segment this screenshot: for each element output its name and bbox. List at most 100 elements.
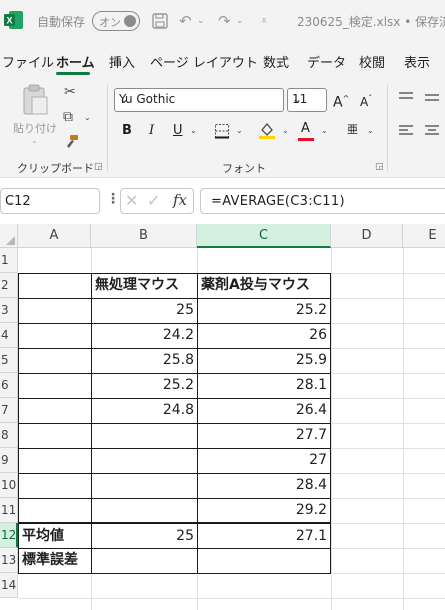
tab-data[interactable]: データ xyxy=(307,52,346,71)
column-header-c[interactable]: C xyxy=(197,224,331,248)
autosave-label: 自動保存 xyxy=(37,15,86,29)
phonetic-guide-icon[interactable]: 亜 xyxy=(347,121,358,139)
cell-c5[interactable]: 25.9 xyxy=(198,348,330,373)
row-header[interactable]: 7 xyxy=(0,398,18,423)
borders-icon[interactable] xyxy=(214,123,230,139)
italic-icon[interactable]: I xyxy=(149,122,154,140)
fill-color-dropdown-icon[interactable]: ⌄ xyxy=(282,126,289,135)
row-header[interactable]: 1 xyxy=(0,248,18,273)
cell-b6[interactable]: 25.2 xyxy=(92,373,197,398)
cell-b7[interactable]: 24.8 xyxy=(92,398,197,423)
tab-home[interactable]: ホーム xyxy=(56,52,95,71)
insert-function-icon[interactable]: fx xyxy=(173,191,187,209)
autosave-toggle[interactable]: オン xyxy=(92,11,140,31)
row-header[interactable]: 14 xyxy=(0,573,18,598)
cell-a12[interactable]: 平均値 xyxy=(19,524,91,548)
redo-icon[interactable]: ↷ xyxy=(218,11,231,31)
formula-bar: C12 ⌄ ⋮ ✕ ✓ fx =AVERAGE(C3:C11) xyxy=(0,178,445,224)
cell-c3[interactable]: 25.2 xyxy=(198,298,330,323)
align-middle-icon[interactable] xyxy=(424,91,440,105)
cell-a13[interactable]: 標準誤差 xyxy=(19,548,91,573)
more-options-icon[interactable]: ⋮ xyxy=(106,191,120,207)
tab-page-layout[interactable]: ページ レイアウト xyxy=(150,52,258,71)
underline-dropdown-icon[interactable]: ⌄ xyxy=(190,126,197,135)
formula-input[interactable]: =AVERAGE(C3:C11) xyxy=(200,188,445,214)
row-header[interactable]: 12 xyxy=(0,523,18,548)
increase-font-size-icon[interactable]: A^ xyxy=(333,91,349,111)
tab-file[interactable]: ファイル xyxy=(2,52,54,71)
tab-review[interactable]: 校閲 xyxy=(359,52,385,71)
customize-qat-icon[interactable]: ⩡ xyxy=(261,11,267,31)
column-header-d[interactable]: D xyxy=(331,224,403,248)
font-launcher-icon[interactable]: ◲ xyxy=(375,162,384,172)
underline-icon[interactable]: U xyxy=(173,122,183,140)
align-left-icon[interactable] xyxy=(398,124,414,138)
font-color-icon[interactable]: A xyxy=(301,120,310,138)
table-border xyxy=(18,573,331,574)
cell-c11[interactable]: 29.2 xyxy=(198,498,330,523)
row-header[interactable]: 11 xyxy=(0,498,18,523)
clipboard-group-label: クリップボード xyxy=(17,162,94,175)
row-header[interactable]: 3 xyxy=(0,298,18,323)
cell-c12[interactable]: 27.1 xyxy=(198,524,330,548)
cell-b4[interactable]: 24.2 xyxy=(92,323,197,348)
select-all-icon xyxy=(6,236,15,245)
font-name-dropdown[interactable]: Yu Gothic ⌄ xyxy=(114,88,284,112)
cell-c2[interactable]: 薬剤A投与マウス xyxy=(198,273,330,298)
bold-icon[interactable]: B xyxy=(122,122,132,140)
redo-dropdown-icon[interactable]: ⌄ xyxy=(236,11,244,31)
cell-b5[interactable]: 25.8 xyxy=(92,348,197,373)
font-group-label: フォント xyxy=(222,162,266,175)
copy-dropdown-icon[interactable]: ⌄ xyxy=(84,113,91,122)
row-header[interactable]: 2 xyxy=(0,273,18,298)
ribbon: 貼り付け ⌄ ✂ ⧉ ⌄ クリップボード ◲ Yu Gothic ⌄ 11 ⌄ … xyxy=(0,76,445,178)
tab-insert[interactable]: 挿入 xyxy=(109,52,135,71)
row-header[interactable]: 9 xyxy=(0,448,18,473)
select-all-button[interactable] xyxy=(0,224,18,248)
cell-c8[interactable]: 27.7 xyxy=(198,423,330,448)
undo-icon[interactable]: ↶ xyxy=(179,11,192,31)
cell-c4[interactable]: 26 xyxy=(198,323,330,348)
toggle-knob xyxy=(124,15,136,27)
row-header[interactable]: 13 xyxy=(0,548,18,573)
row-header[interactable]: 6 xyxy=(0,373,18,398)
cell-b2[interactable]: 無処理マウス xyxy=(92,273,197,298)
cell-c9[interactable]: 27 xyxy=(198,448,330,473)
font-size-dropdown[interactable]: 11 ⌄ xyxy=(287,88,327,112)
fill-color-icon[interactable] xyxy=(258,121,276,139)
row-header[interactable]: 5 xyxy=(0,348,18,373)
align-center-icon[interactable] xyxy=(424,124,440,138)
gridline xyxy=(403,248,404,610)
cell-b12[interactable]: 25 xyxy=(92,524,197,548)
borders-dropdown-icon[interactable]: ⌄ xyxy=(236,126,243,135)
row-header[interactable]: 8 xyxy=(0,423,18,448)
font-color-dropdown-icon[interactable]: ⌄ xyxy=(321,126,328,135)
column-header-e[interactable]: E xyxy=(403,224,445,248)
name-box[interactable]: C12 ⌄ xyxy=(0,188,100,214)
undo-dropdown-icon[interactable]: ⌄ xyxy=(197,11,205,31)
cell-c6[interactable]: 28.1 xyxy=(198,373,330,398)
format-painter-icon[interactable] xyxy=(63,134,79,150)
tab-view[interactable]: 表示 xyxy=(404,52,430,71)
paste-icon[interactable] xyxy=(21,84,49,116)
row-header[interactable]: 10 xyxy=(0,473,18,498)
chevron-down-icon: ⌄ xyxy=(119,92,130,106)
enter-icon[interactable]: ✓ xyxy=(147,191,160,210)
phonetic-dropdown-icon[interactable]: ⌄ xyxy=(367,126,374,135)
cut-icon[interactable]: ✂ xyxy=(64,84,76,100)
cancel-icon[interactable]: ✕ xyxy=(125,191,138,210)
decrease-font-size-icon[interactable]: Aˇ xyxy=(360,91,372,110)
save-icon[interactable] xyxy=(151,12,169,30)
copy-icon[interactable]: ⧉ xyxy=(63,109,73,125)
paste-dropdown-icon[interactable]: ⌄ xyxy=(31,136,38,145)
column-header-b[interactable]: B xyxy=(91,224,197,248)
clipboard-launcher-icon[interactable]: ◲ xyxy=(94,162,103,172)
svg-text:X: X xyxy=(6,16,12,26)
cell-c10[interactable]: 28.4 xyxy=(198,473,330,498)
tab-formulas[interactable]: 数式 xyxy=(263,52,289,71)
column-header-a[interactable]: A xyxy=(18,224,91,248)
align-top-icon[interactable] xyxy=(398,91,414,105)
cell-b3[interactable]: 25 xyxy=(92,298,197,323)
cell-c7[interactable]: 26.4 xyxy=(198,398,330,423)
row-header[interactable]: 4 xyxy=(0,323,18,348)
